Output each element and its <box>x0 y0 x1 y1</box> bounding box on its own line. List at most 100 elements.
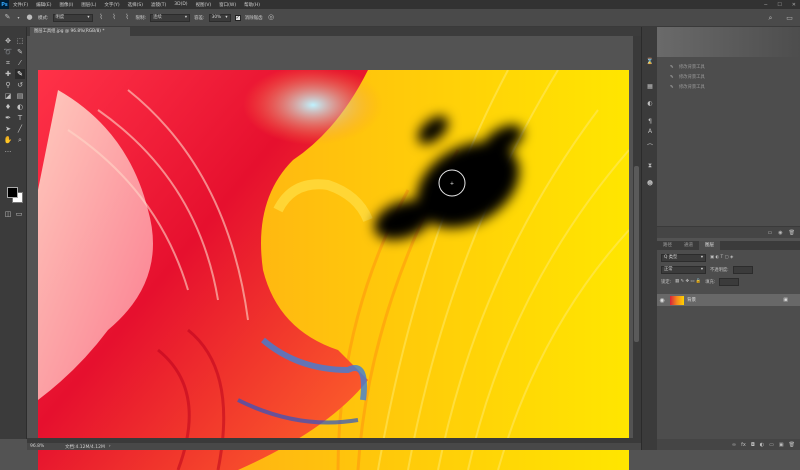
sampling-continuous-icon[interactable]: ⌇ <box>97 13 106 22</box>
fill-input[interactable] <box>719 277 740 286</box>
brush-preset-icon[interactable]: ● <box>25 13 34 22</box>
menu-edit[interactable]: 编辑(E) <box>36 2 51 8</box>
paragraph-icon[interactable]: ¶ <box>645 117 655 127</box>
pressure-icon[interactable]: ◎ <box>267 13 276 22</box>
eyedropper-icon[interactable]: ⁄ <box>15 58 25 68</box>
limits-select[interactable]: 连续 ▾ <box>150 13 191 22</box>
brush-tool-icon[interactable]: ✎ <box>15 69 25 79</box>
tab-layers[interactable]: 图层 <box>699 241 720 250</box>
gradient-icon[interactable]: ▤ <box>15 91 25 101</box>
healing-brush-icon[interactable]: ✚ <box>3 69 13 79</box>
type-tool-icon[interactable]: T <box>15 113 25 123</box>
new-layer-icon[interactable]: ▣ <box>779 442 784 448</box>
history-item[interactable]: ✎ 修改背景工具 <box>661 63 795 72</box>
search-icon[interactable]: ⌕ <box>766 14 775 23</box>
dodge-tool-icon[interactable]: ◐ <box>15 102 25 112</box>
menu-select[interactable]: 选择(S) <box>128 2 143 8</box>
mask-icon[interactable]: ◘ <box>751 442 755 448</box>
brush-settings-icon[interactable]: ⌒ <box>645 143 655 153</box>
document-tab[interactable]: 图层工具组.jpg @ 96.8%(RGB/8) * <box>30 27 130 36</box>
vertical-scrollbar[interactable] <box>633 36 641 438</box>
sampling-swatch-icon[interactable]: ⌇ <box>123 13 132 22</box>
status-arrow-icon[interactable]: › <box>105 444 111 449</box>
trash-icon[interactable]: 🗑 <box>789 230 795 236</box>
menu-image[interactable]: 图像(I) <box>59 2 73 8</box>
history-brush-icon[interactable]: ↺ <box>15 80 25 90</box>
path-select-icon[interactable]: ➤ <box>3 124 13 134</box>
menu-layer[interactable]: 图层(L) <box>81 2 96 8</box>
menu-3d[interactable]: 3D(D) <box>174 2 187 7</box>
move-tool-icon[interactable]: ✥ <box>3 36 13 46</box>
blur-tool-icon[interactable]: ♦ <box>3 102 13 112</box>
history-item[interactable]: ✎ 修改背景工具 <box>661 83 795 92</box>
tab-paths[interactable]: 路径 <box>657 241 678 250</box>
minimize-button[interactable]: ─ <box>764 2 767 8</box>
marquee-tool-icon[interactable]: ⬚ <box>15 36 25 46</box>
canvas-area[interactable]: + <box>27 36 641 470</box>
history-snapshot[interactable] <box>657 27 800 57</box>
blend-value: 正常 <box>664 266 673 272</box>
opacity-input[interactable] <box>732 265 753 274</box>
workspace-icon[interactable]: ▭ <box>785 14 794 23</box>
history-panel: ✎ 修改背景工具 ✎ 修改背景工具 ✎ 修改背景工具 <box>657 27 800 227</box>
line-tool-icon[interactable]: ╱ <box>15 124 25 134</box>
panel-icon-strip: ⌛ ▦ ◐ ¶ A ⌒ ⧗ ☻ <box>641 27 657 450</box>
foreground-color-swatch[interactable] <box>7 187 18 198</box>
chevron-down-icon[interactable]: ▾ <box>16 13 21 22</box>
photoshop-logo: Ps <box>0 0 9 9</box>
brush-icon: ✎ <box>670 85 674 90</box>
eraser-icon[interactable]: ◪ <box>3 91 13 101</box>
history-item[interactable]: ✎ 修改背景工具 <box>661 73 795 82</box>
history-item-label: 修改背景工具 <box>679 85 705 90</box>
menu-help[interactable]: 帮助(H) <box>244 2 260 8</box>
layers-footer: ∞ fx ◘ ◐ ▭ ▣ 🗑 <box>657 439 800 450</box>
lasso-tool-icon[interactable]: ➰ <box>3 47 13 57</box>
tool-preset-icon[interactable]: ✎ <box>3 13 12 22</box>
link-icon[interactable]: ∞ <box>732 442 736 448</box>
zoom-tool-icon[interactable]: ⌕ <box>15 135 25 145</box>
menu-filter[interactable]: 滤镜(T) <box>151 2 166 8</box>
group-icon[interactable]: ▭ <box>769 442 774 448</box>
mode-select[interactable]: 明度 ▾ <box>52 13 93 22</box>
quick-mask-icon[interactable]: ◫ <box>3 209 13 219</box>
more-tools-icon[interactable]: ··· <box>3 147 13 157</box>
layer-kind-filter[interactable]: Q 类型 ▾ <box>661 253 706 262</box>
screen-mode-icon[interactable]: ▭ <box>14 209 24 219</box>
status-bar: 96.8% 文档:4.12M/4.12M › <box>27 443 641 450</box>
quick-select-icon[interactable]: ✎ <box>15 47 25 57</box>
blend-mode-select[interactable]: 正常 ▾ <box>661 265 706 274</box>
sampling-once-icon[interactable]: ⌇ <box>110 13 119 22</box>
camera-icon[interactable]: ◉ <box>778 230 782 236</box>
menu-window[interactable]: 窗口(W) <box>219 2 236 8</box>
fx-icon[interactable]: fx <box>741 442 746 448</box>
history-icon[interactable]: ⌛ <box>645 57 655 67</box>
adjustments-icon[interactable]: ◐ <box>645 99 655 109</box>
hand-tool-icon[interactable]: ✋ <box>3 135 13 145</box>
eye-icon[interactable]: ◉ <box>657 297 667 304</box>
scroll-thumb[interactable] <box>634 166 639 342</box>
crop-tool-icon[interactable]: ⌗ <box>3 58 13 68</box>
tab-channels[interactable]: 通道 <box>678 241 699 250</box>
clone-stamp-icon[interactable]: ⚲ <box>3 80 13 90</box>
timeline-icon[interactable]: ⧗ <box>645 161 655 171</box>
layer-row[interactable]: ◉ 背景 ▣ <box>657 294 800 306</box>
menu-view[interactable]: 视图(V) <box>196 2 212 8</box>
trash-icon[interactable]: 🗑 <box>789 442 795 448</box>
adjustment-layer-icon[interactable]: ◐ <box>760 442 764 448</box>
menu-type[interactable]: 文字(Y) <box>104 2 119 8</box>
character-icon[interactable]: A <box>645 127 655 137</box>
filter-icons[interactable]: ▣ ◐ T ▢ ◈ <box>710 255 733 260</box>
zoom-level[interactable]: 96.8% <box>27 444 57 449</box>
close-button[interactable]: ✕ <box>792 2 796 8</box>
pen-tool-icon[interactable]: ✒ <box>3 113 13 123</box>
new-doc-icon[interactable]: ▭ <box>768 230 773 236</box>
tolerance-input[interactable]: 30% ▾ <box>208 13 231 22</box>
maximize-button[interactable]: ☐ <box>777 2 781 8</box>
opacity-label: 不透明度: <box>710 267 729 273</box>
document-canvas[interactable]: + <box>38 70 629 470</box>
lock-options[interactable]: ▦ ✎ ✥ ▭ 🔒 <box>675 279 701 284</box>
antialias-checkbox[interactable]: ✓ <box>234 14 241 21</box>
people-icon[interactable]: ☻ <box>645 179 655 189</box>
properties-icon[interactable]: ▦ <box>645 82 655 92</box>
menu-file[interactable]: 文件(F) <box>13 2 28 8</box>
